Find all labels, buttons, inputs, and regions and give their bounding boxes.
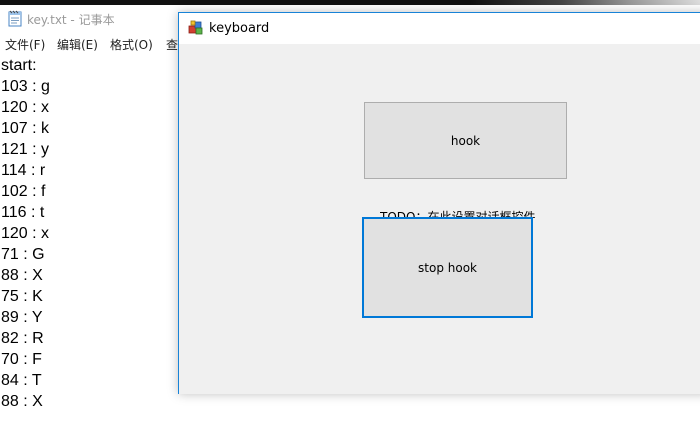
text-line: 120 : x (1, 99, 50, 116)
hook-button[interactable]: hook (364, 102, 567, 179)
text-line: 89 : Y (1, 309, 43, 326)
menu-edit[interactable]: 编辑(E) (57, 36, 98, 53)
text-line: 114 : r (1, 162, 46, 179)
text-line: 121 : y (1, 141, 50, 158)
notepad-icon (7, 10, 23, 27)
keyboard-titlebar[interactable]: keyboard (179, 13, 700, 44)
text-line: 70 : F (1, 351, 42, 368)
text-line: 88 : X (1, 393, 43, 410)
keyboard-client-area: hook TODO：在此设置对话框控件。 stop hook (179, 44, 700, 394)
text-line: 71 : G (1, 246, 45, 263)
notepad-title: key.txt - 记事本 (27, 13, 115, 27)
text-line: 102 : f (1, 183, 46, 200)
text-line: 116 : t (1, 204, 45, 221)
text-line: 103 : g (1, 78, 50, 95)
text-line: 75 : K (1, 288, 43, 305)
keyboard-title: keyboard (209, 21, 270, 36)
text-line: start: (1, 57, 37, 74)
menu-view[interactable]: 查 (166, 36, 178, 53)
menu-format[interactable]: 格式(O) (110, 36, 153, 53)
notepad-text-area[interactable]: start: 103 : g 120 : x 107 : k 121 : y 1… (1, 55, 50, 412)
text-line: 107 : k (1, 120, 50, 137)
stop-hook-button[interactable]: stop hook (362, 217, 533, 318)
text-line: 120 : x (1, 225, 50, 242)
text-line: 82 : R (1, 330, 44, 347)
keyboard-window: keyboard hook TODO：在此设置对话框控件。 stop hook (178, 12, 700, 394)
menu-file[interactable]: 文件(F) (5, 36, 45, 53)
app-icon (188, 20, 204, 36)
text-line: 88 : X (1, 267, 43, 284)
text-line: 84 : T (1, 372, 42, 389)
